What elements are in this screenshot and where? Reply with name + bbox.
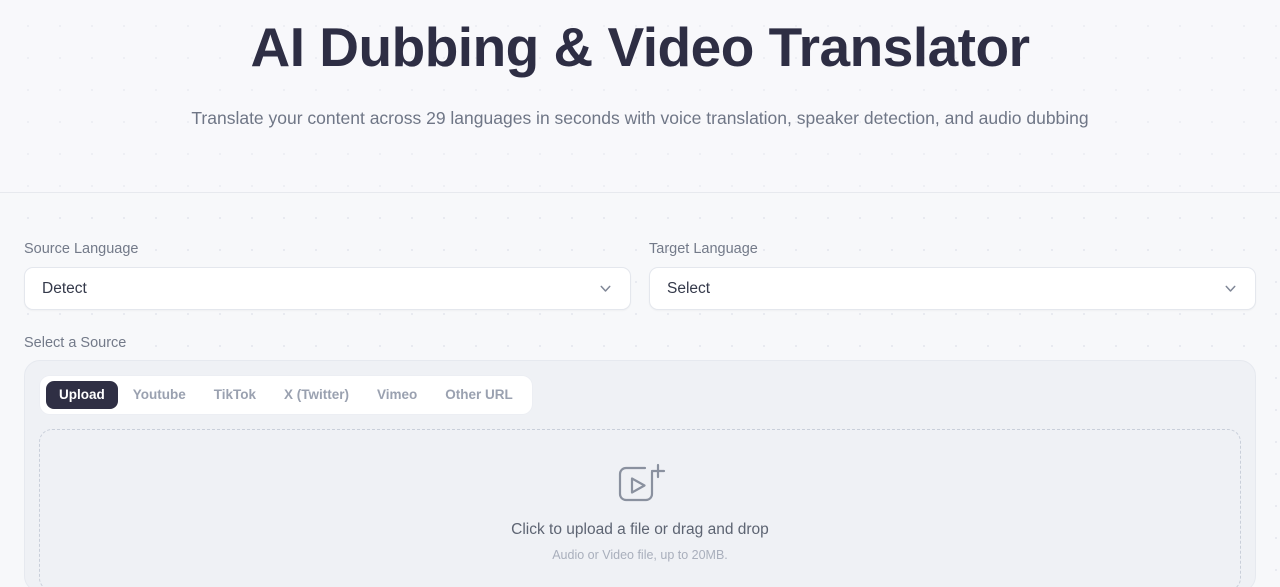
target-language-group: Target Language Select — [649, 241, 1256, 310]
page-root: AI Dubbing & Video Translator Translate … — [0, 0, 1280, 587]
target-language-value: Select — [667, 279, 711, 297]
source-tabs: Upload Youtube TikTok X (Twitter) Vimeo … — [39, 375, 533, 415]
dropzone-secondary-text: Audio or Video file, up to 20MB. — [552, 548, 728, 563]
target-language-select[interactable]: Select — [649, 267, 1256, 310]
page-subtitle: Translate your content across 29 languag… — [191, 108, 1089, 129]
source-language-select[interactable]: Detect — [24, 267, 631, 310]
source-language-value: Detect — [42, 279, 87, 297]
tab-upload[interactable]: Upload — [46, 381, 118, 409]
dropzone-primary-text: Click to upload a file or drag and drop — [511, 520, 769, 538]
tab-youtube[interactable]: Youtube — [120, 381, 199, 409]
language-selectors-row: Source Language Detect Target Language S… — [24, 241, 1256, 310]
source-card: Upload Youtube TikTok X (Twitter) Vimeo … — [24, 360, 1256, 587]
tab-x-twitter[interactable]: X (Twitter) — [271, 381, 362, 409]
source-language-label: Source Language — [24, 241, 139, 257]
main-content: Source Language Detect Target Language S… — [0, 193, 1280, 587]
file-dropzone[interactable]: Click to upload a file or drag and drop … — [39, 428, 1241, 587]
select-a-source-label: Select a Source — [24, 335, 127, 351]
video-plus-upload-icon — [618, 463, 666, 501]
hero-header: AI Dubbing & Video Translator Translate … — [0, 0, 1280, 193]
tab-other-url[interactable]: Other URL — [432, 381, 526, 409]
tab-tiktok[interactable]: TikTok — [201, 381, 269, 409]
chevron-down-icon — [1225, 285, 1236, 292]
page-title: AI Dubbing & Video Translator — [250, 16, 1031, 78]
source-language-group: Source Language Detect — [24, 241, 631, 310]
target-language-label: Target Language — [649, 241, 758, 257]
chevron-down-icon — [600, 285, 611, 292]
tab-vimeo[interactable]: Vimeo — [364, 381, 430, 409]
